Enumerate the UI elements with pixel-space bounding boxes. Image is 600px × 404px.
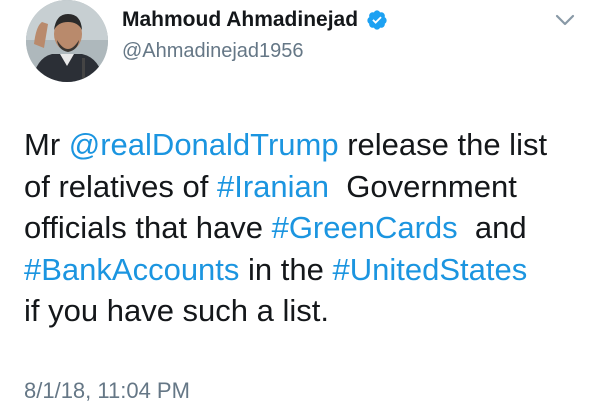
tweet-text-segment: officials that have	[24, 210, 272, 245]
tweet-text-segment: if you have such a list.	[24, 293, 329, 328]
tweet-text-line: Mr @realDonaldTrump release the list	[24, 124, 589, 166]
username[interactable]: @Ahmadinejad1956	[122, 40, 304, 63]
hashtag-link[interactable]: #BankAccounts	[24, 252, 239, 287]
tweet-text-line: if you have such a list.	[24, 290, 589, 332]
tweet-text-line: of relatives of #Iranian Government	[24, 166, 589, 208]
tweet-text: Mr @realDonaldTrump release the list of r…	[24, 124, 589, 332]
verified-badge-icon	[366, 9, 388, 31]
avatar[interactable]	[26, 0, 108, 82]
display-name-text: Mahmoud Ahmadinejad	[122, 8, 359, 31]
chevron-down-icon[interactable]	[554, 12, 576, 28]
tweet-text-segment: of relatives of	[24, 168, 217, 204]
mention-link[interactable]: @realDonaldTrump	[69, 127, 339, 162]
hashtag-link[interactable]: #Iranian	[217, 169, 329, 204]
tweet: Mahmoud Ahmadinejad @Ahmadinejad1956 Mr …	[0, 0, 600, 403]
tweet-text-segment: and	[457, 210, 527, 245]
tweet-text-segment: Mr	[24, 127, 69, 162]
tweet-text-segment: release the list	[338, 127, 548, 162]
tweet-text-segment: in the	[239, 251, 333, 287]
display-name[interactable]: Mahmoud Ahmadinejad	[122, 8, 388, 32]
hashtag-link[interactable]: #UnitedStates	[332, 252, 527, 287]
tweet-text-line: #BankAccounts in the #UnitedStates	[24, 249, 589, 291]
tweet-text-segment: Government	[329, 168, 517, 204]
tweet-text-line: officials that have #GreenCards and	[24, 207, 589, 249]
avatar-image	[26, 0, 108, 82]
hashtag-link[interactable]: #GreenCards	[272, 210, 458, 245]
timestamp[interactable]: 8/1/18, 11:04 PM	[24, 378, 190, 404]
